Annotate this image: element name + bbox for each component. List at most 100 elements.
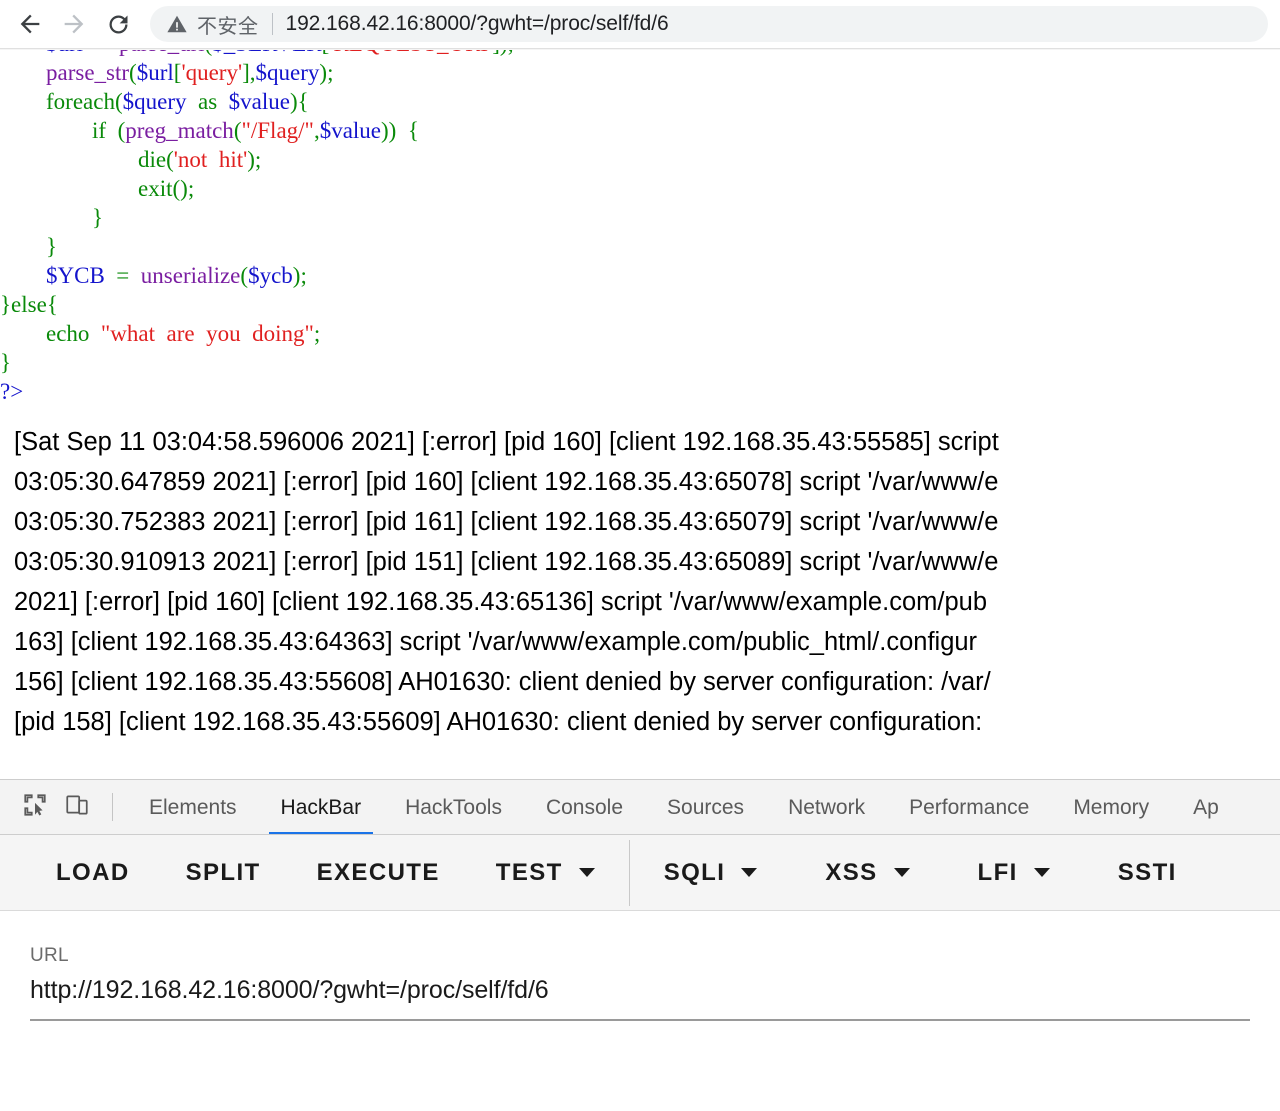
- code-token: ;: [508, 50, 514, 56]
- forward-button[interactable]: [52, 2, 96, 46]
- hackbar-button-label: EXECUTE: [316, 858, 440, 886]
- log-line: [Sat Sep 11 03:04:58.596006 2021] [:erro…: [14, 428, 999, 456]
- code-line: foreach($query as $value){: [0, 87, 1280, 116]
- hackbar-toolbar: LOAD SPLIT EXECUTE TEST SQLI XSS LFI SSTI: [0, 835, 1280, 911]
- code-token: ;: [313, 321, 321, 346]
- log-line: 156] [client 192.168.35.43:55608] AH0163…: [14, 668, 991, 696]
- log-line: 03:05:30.752383 2021] [:error] [pid 161]…: [14, 508, 999, 536]
- address-bar[interactable]: 不安全 192.168.42.16:8000/?gwht=/proc/self/…: [150, 6, 1268, 42]
- address-bar-url[interactable]: 192.168.42.16:8000/?gwht=/proc/self/fd/6: [286, 12, 669, 36]
- code-token: unserialize: [140, 263, 241, 288]
- tab-console[interactable]: Console: [524, 780, 645, 834]
- hackbar-lfi-button[interactable]: LFI: [977, 835, 1050, 910]
- code-token: =: [83, 50, 119, 56]
- code-token: $_SERVER: [212, 50, 321, 56]
- code-token: if: [92, 118, 107, 143]
- code-token: $url: [136, 60, 174, 85]
- security-status-label: 不安全: [197, 15, 259, 38]
- hackbar-xss-button[interactable]: XSS: [825, 835, 910, 910]
- code-token: "/Flag/": [241, 118, 314, 143]
- devtools-divider: [112, 793, 113, 821]
- code-token: )) {: [381, 118, 419, 143]
- device-toolbar-button[interactable]: [56, 786, 98, 828]
- code-token: $query: [122, 89, 187, 114]
- inspect-element-button[interactable]: [14, 786, 56, 828]
- code-token: 'query': [181, 60, 243, 85]
- devtools-panel: Elements HackBar HackTools Console Sources Ne…: [0, 779, 1280, 1021]
- hackbar-sqli-button[interactable]: SQLI: [664, 835, 758, 910]
- hackbar-ssti-button[interactable]: SSTI: [1118, 835, 1177, 910]
- chevron-down-icon[interactable]: [1033, 868, 1050, 877]
- hackbar-panel: LOAD SPLIT EXECUTE TEST SQLI XSS LFI SSTI URL h…: [0, 835, 1280, 1021]
- code-line: }: [0, 348, 1280, 377]
- hackbar-button-label: LOAD: [56, 858, 130, 886]
- code-token: $query: [255, 60, 320, 85]
- code-token: }: [0, 350, 12, 375]
- code-token: (: [114, 89, 123, 114]
- log-line: 03:05:30.910913 2021] [:error] [pid 151]…: [14, 548, 999, 576]
- warning-triangle-icon[interactable]: [166, 13, 188, 35]
- log-line: 163] [client 192.168.35.43:64363] script…: [14, 628, 978, 656]
- tab-memory[interactable]: Memory: [1051, 780, 1171, 834]
- code-token: "what are you doing": [100, 321, 314, 346]
- code-token: 'not hit': [173, 147, 248, 172]
- code-token: die: [138, 147, 167, 172]
- code-token: parse_str: [46, 60, 130, 85]
- hackbar-divider: [628, 839, 630, 906]
- back-button[interactable]: [8, 2, 52, 46]
- code-line: }else{: [0, 290, 1280, 319]
- code-token: (): [172, 176, 188, 201]
- url-input-underline: [30, 1019, 1250, 1021]
- hackbar-button-label: TEST: [495, 858, 563, 886]
- url-field-label: URL: [30, 945, 69, 966]
- tab-network[interactable]: Network: [766, 780, 887, 834]
- omnibox-divider: [271, 13, 273, 35]
- tab-sources[interactable]: Sources: [645, 780, 766, 834]
- code-line: }: [0, 203, 1280, 232]
- tab-performance[interactable]: Performance: [887, 780, 1051, 834]
- hackbar-load-button[interactable]: LOAD: [56, 835, 130, 910]
- code-token: }: [0, 292, 12, 317]
- code-token: $value: [319, 118, 381, 143]
- chevron-down-icon[interactable]: [578, 868, 595, 877]
- code-line: $url = parse_url($_SERVER['REQUEST_URI']…: [0, 50, 1280, 58]
- chevron-down-icon[interactable]: [893, 868, 910, 877]
- code-token: ],: [242, 60, 256, 85]
- hackbar-button-label: LFI: [977, 858, 1018, 886]
- browser-toolbar: 不安全 192.168.42.16:8000/?gwht=/proc/self/…: [0, 0, 1280, 48]
- code-token: echo: [46, 321, 90, 346]
- reload-button[interactable]: [96, 2, 140, 46]
- reload-icon: [105, 11, 132, 38]
- code-token: ?>: [0, 379, 24, 404]
- code-line: exit();: [0, 174, 1280, 203]
- code-token: (: [240, 263, 249, 288]
- chevron-down-icon[interactable]: [741, 868, 758, 877]
- code-line: $YCB = unserialize($ycb);: [0, 261, 1280, 290]
- hackbar-split-button[interactable]: SPLIT: [185, 835, 261, 910]
- inspect-element-icon: [22, 792, 48, 823]
- hackbar-button-label: XSS: [825, 858, 878, 886]
- code-line: die('not hit');: [0, 145, 1280, 174]
- code-token: ): [247, 147, 255, 172]
- code-token: 'REQUEST_URI': [329, 50, 492, 56]
- hackbar-test-button[interactable]: TEST: [495, 835, 595, 910]
- url-input[interactable]: http://192.168.42.16:8000/?gwht=/proc/se…: [30, 976, 1250, 1005]
- devtools-tabbar: Elements HackBar HackTools Console Sources Ne…: [0, 780, 1280, 835]
- code-token: ){: [289, 89, 309, 114]
- code-token: (: [129, 60, 137, 85]
- tab-hacktools[interactable]: HackTools: [383, 780, 524, 834]
- code-token: =: [104, 263, 141, 288]
- tab-elements[interactable]: Elements: [127, 780, 259, 834]
- tab-ap[interactable]: Ap: [1171, 780, 1241, 834]
- hackbar-execute-button[interactable]: EXECUTE: [316, 835, 440, 910]
- tab-hackbar[interactable]: HackBar: [259, 780, 384, 834]
- hackbar-button-label: SPLIT: [185, 858, 261, 886]
- code-token: $value: [228, 89, 290, 114]
